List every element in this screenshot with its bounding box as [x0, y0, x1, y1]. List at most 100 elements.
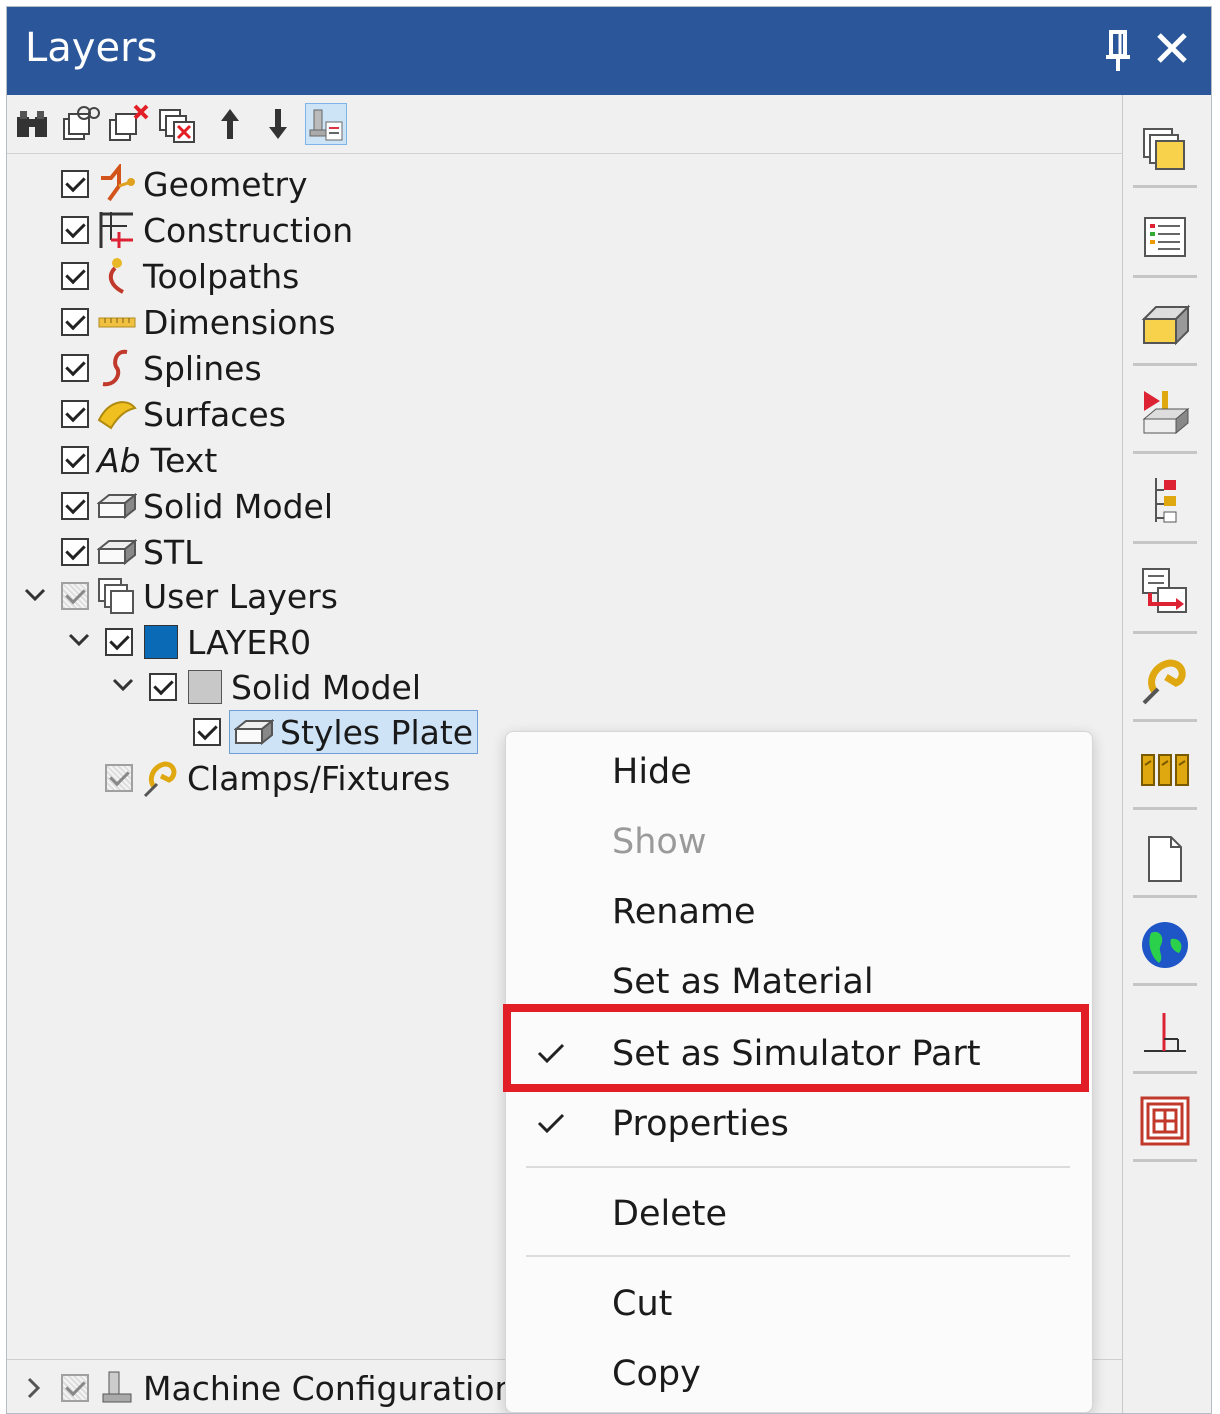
menu-item-show: Show: [612, 822, 707, 862]
menu-item-cut[interactable]: Cut: [506, 1274, 1092, 1334]
stl-icon: [97, 532, 137, 572]
checkmark-icon: [537, 1113, 565, 1134]
panel-title: Layers: [25, 25, 158, 71]
visibility-checkbox[interactable]: [61, 582, 89, 610]
stock-icon[interactable]: [1137, 297, 1193, 353]
visibility-checkbox[interactable]: [61, 1374, 89, 1402]
menu-item-hide[interactable]: Hide: [506, 742, 1092, 802]
sidebar-divider: [1133, 631, 1197, 634]
sidebar-divider: [1133, 275, 1197, 278]
sidebar-divider: [1133, 1159, 1197, 1162]
visibility-checkbox[interactable]: [61, 400, 89, 428]
visibility-checkbox[interactable]: [105, 764, 133, 792]
visibility-checkbox[interactable]: [105, 628, 133, 656]
menu-item-delete[interactable]: Delete: [506, 1184, 1092, 1244]
tree-item-geometry[interactable]: Geometry: [61, 162, 308, 206]
tree-item-text[interactable]: Ab Text: [61, 438, 217, 482]
toolpaths-icon: [97, 256, 137, 296]
menu-item-copy[interactable]: Copy: [506, 1344, 1092, 1404]
chevron-down-icon[interactable]: [111, 673, 135, 697]
move-down-icon[interactable]: [257, 103, 299, 145]
visibility-checkbox[interactable]: [61, 492, 89, 520]
tree-item-machine-configuration[interactable]: Machine Configuration: [61, 1366, 515, 1410]
globe-icon[interactable]: [1137, 917, 1193, 973]
tree-item-clamps-fixtures[interactable]: Clamps/Fixtures: [105, 756, 450, 800]
move-up-icon[interactable]: [209, 103, 251, 145]
visibility-checkbox[interactable]: [61, 354, 89, 382]
tree-item-surfaces[interactable]: Surfaces: [61, 392, 286, 436]
sidebar-divider: [1133, 983, 1197, 986]
menu-item-set-as-material[interactable]: Set as Material: [506, 952, 1092, 1012]
panel-titlebar: Layers: [7, 7, 1211, 95]
layer-glasses-icon[interactable]: [59, 103, 101, 145]
tree-item-label: LAYER0: [187, 622, 312, 662]
tree-item-label: Toolpaths: [143, 256, 300, 296]
visibility-checkbox[interactable]: [61, 170, 89, 198]
visibility-checkbox[interactable]: [61, 538, 89, 566]
document-icon[interactable]: [1137, 831, 1193, 887]
visibility-checkbox[interactable]: [61, 446, 89, 474]
visibility-checkbox[interactable]: [193, 718, 221, 746]
visibility-checkbox[interactable]: [61, 308, 89, 336]
tree-item-solid-model[interactable]: Solid Model: [61, 484, 333, 528]
tools-icon[interactable]: [1137, 743, 1193, 799]
spline-icon: [97, 348, 137, 388]
delete-layer-icon[interactable]: [107, 103, 149, 145]
construction-icon: [97, 210, 137, 250]
tree-item-splines[interactable]: Splines: [61, 346, 262, 390]
sidebar-divider: [1133, 363, 1197, 366]
highlight-box: [503, 1004, 1089, 1092]
list-transfer-icon[interactable]: [1137, 563, 1193, 619]
context-menu: Hide Show Rename Set as Material Set as …: [503, 731, 1093, 1413]
sidebar-divider: [1133, 1071, 1197, 1074]
sidebar-divider: [1133, 541, 1197, 544]
axis-plane-icon[interactable]: [1137, 1005, 1193, 1061]
chevron-down-icon[interactable]: [67, 628, 91, 652]
chevron-right-icon[interactable]: [21, 1376, 45, 1400]
right-sidebar: [1122, 95, 1211, 1413]
tree-item-styles-plate[interactable]: Styles Plate: [193, 710, 479, 754]
menu-separator: [526, 1166, 1070, 1168]
menu-item-rename[interactable]: Rename: [506, 882, 1092, 942]
selected-item[interactable]: Styles Plate: [229, 710, 479, 754]
chevron-down-icon[interactable]: [23, 583, 47, 607]
layout-icon[interactable]: [1137, 1093, 1193, 1149]
machine-icon: [97, 1368, 137, 1408]
tree-item-solid-model-sub[interactable]: Solid Model: [149, 665, 421, 709]
remove-layers-icon[interactable]: [157, 103, 199, 145]
tree-item-user-layers[interactable]: User Layers: [61, 574, 338, 618]
sidebar-divider: [1133, 719, 1197, 722]
list-view-icon[interactable]: [1137, 209, 1193, 265]
visibility-checkbox[interactable]: [61, 216, 89, 244]
close-icon[interactable]: [1155, 31, 1189, 65]
ruler-icon: [97, 302, 137, 342]
tree-item-label: Styles Plate: [280, 712, 474, 752]
tree-item-layer0[interactable]: LAYER0: [105, 620, 311, 664]
sidebar-divider: [1133, 807, 1197, 810]
tree-item-label: Clamps/Fixtures: [187, 758, 451, 798]
operations-tree-icon[interactable]: [1137, 473, 1193, 529]
sidebar-divider: [1133, 451, 1197, 454]
machine-config-icon[interactable]: [305, 103, 347, 145]
tree-item-stl[interactable]: STL: [61, 530, 203, 574]
tree-item-label: Solid Model: [143, 486, 333, 526]
text-icon: Ab: [97, 440, 141, 480]
tree-item-dimensions[interactable]: Dimensions: [61, 300, 336, 344]
binoculars-icon[interactable]: [11, 103, 53, 145]
tree-item-label: Splines: [143, 348, 262, 388]
layer-color-swatch: [141, 622, 181, 662]
solid-icon: [97, 486, 137, 526]
tree-item-construction[interactable]: Construction: [61, 208, 353, 252]
menu-item-properties[interactable]: Properties: [506, 1094, 1092, 1154]
layers-toolbar: [7, 95, 1125, 153]
visibility-checkbox[interactable]: [61, 262, 89, 290]
toolpath-simulation-icon[interactable]: [1137, 385, 1193, 441]
surface-icon: [97, 394, 137, 434]
tree-item-toolpaths[interactable]: Toolpaths: [61, 254, 299, 298]
pin-icon[interactable]: [1103, 29, 1133, 73]
visibility-checkbox[interactable]: [149, 673, 177, 701]
clamp-icon: [141, 758, 181, 798]
geometry-icon: [97, 164, 137, 204]
fixture-icon[interactable]: [1137, 653, 1193, 709]
layers-tab-icon[interactable]: [1137, 121, 1193, 177]
